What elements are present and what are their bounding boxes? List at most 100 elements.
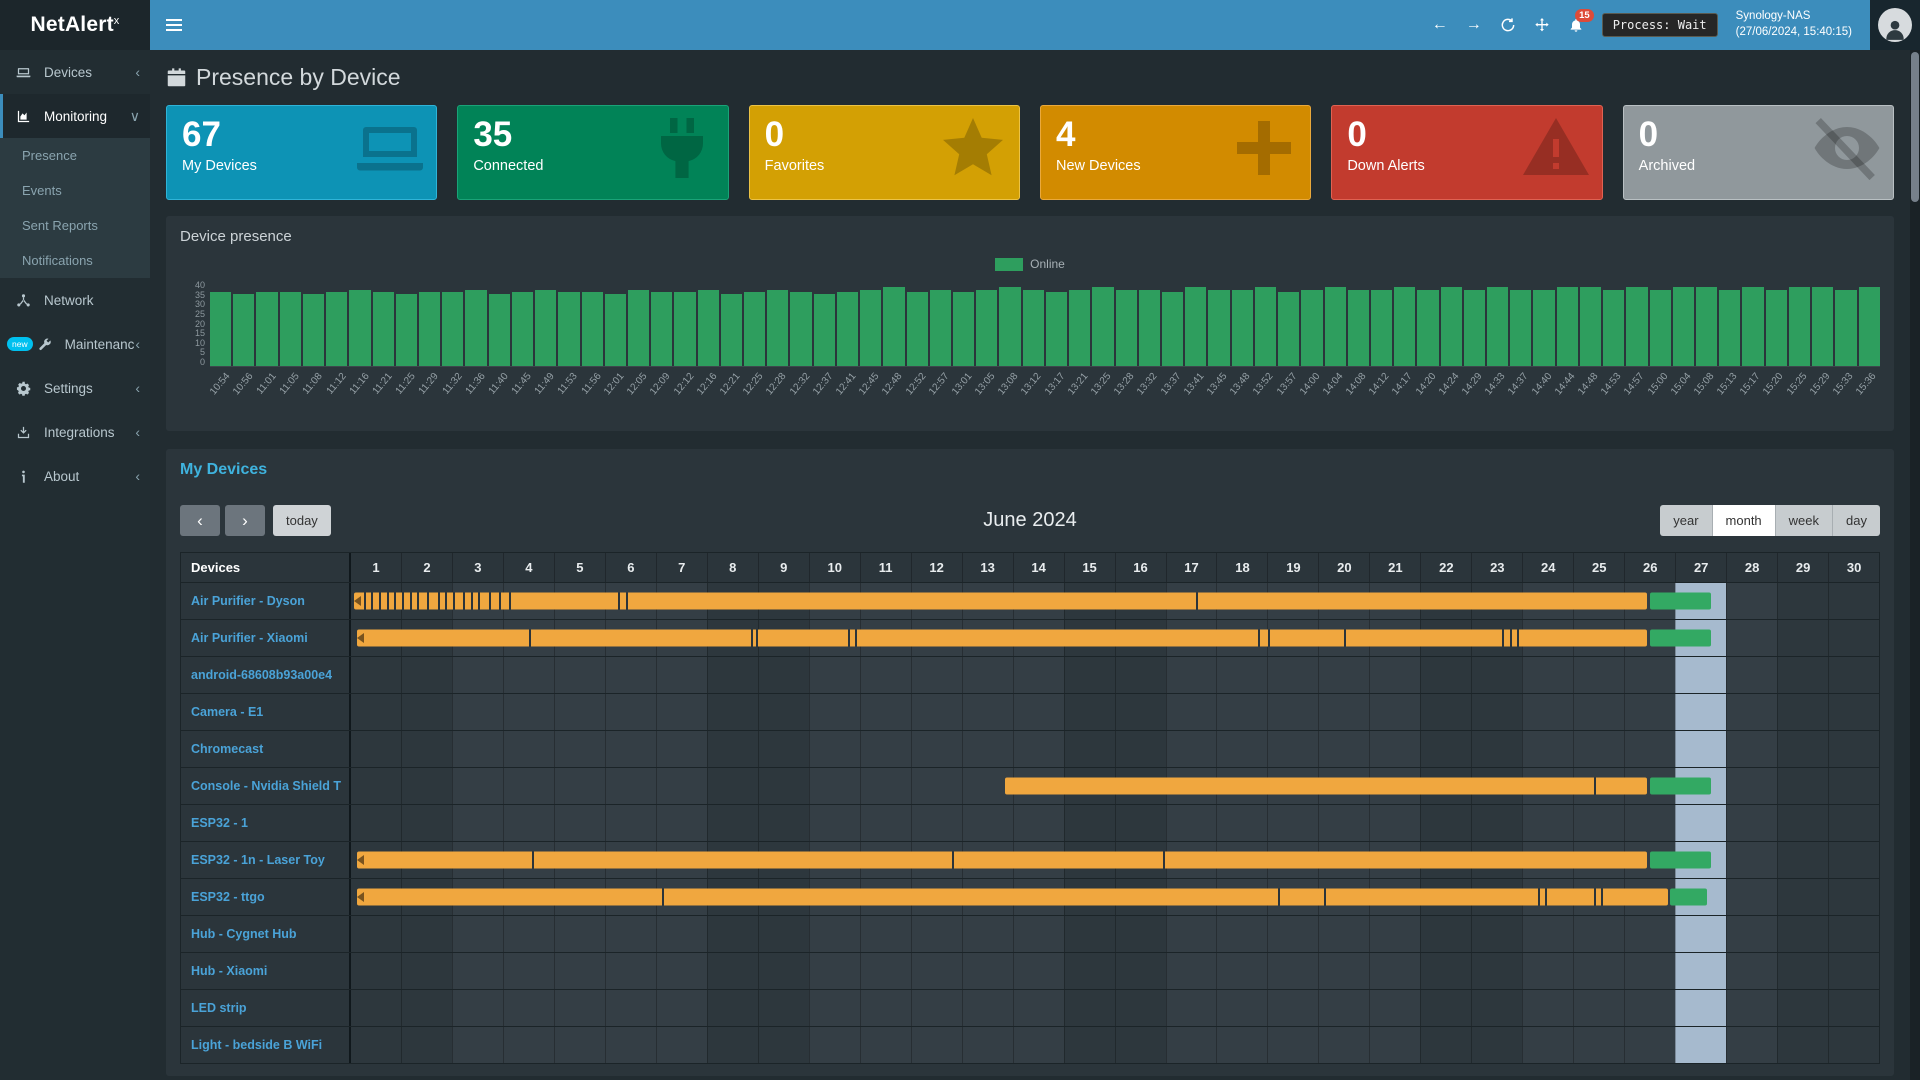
sidebar-item-network[interactable]: Network [0,278,150,322]
day-cell [1726,620,1777,656]
sidebar-subitem-presence[interactable]: Presence [0,138,150,173]
device-name-link[interactable]: Hub - Xiaomi [181,953,351,989]
x-tick-label: 13:21 [1068,367,1091,419]
sidebar-item-devices[interactable]: Devices‹ [0,50,150,94]
bar-gap-tick [1268,630,1270,647]
device-name-link[interactable]: LED strip [181,990,351,1026]
today-button[interactable]: today [273,505,331,536]
day-cell [1267,1027,1318,1063]
device-name-link[interactable]: android-68608b93a00e4 [181,657,351,693]
stat-card-favorites[interactable]: 0Favorites [749,105,1020,200]
stat-card-archived[interactable]: 0Archived [1623,105,1894,200]
info-icon [16,469,37,484]
presence-bar[interactable] [1650,778,1711,795]
x-tick-label: 13:45 [1207,367,1230,419]
day-cell [1675,1027,1726,1063]
bar-gap-tick [499,593,501,610]
day-cell [1726,731,1777,767]
chart-bar [1626,287,1647,366]
day-cell [1216,953,1267,989]
day-cell [962,953,1013,989]
bar-gap-tick [626,593,628,610]
presence-bar[interactable] [1650,852,1711,869]
chart-bar [280,292,301,366]
presence-bar[interactable] [357,630,1647,647]
device-name-link[interactable]: Air Purifier - Dyson [181,583,351,619]
x-tick-label: 15:36 [1856,367,1879,419]
device-name-link[interactable]: Chromecast [181,731,351,767]
next-month-button[interactable]: › [225,505,265,536]
day-cell [1420,990,1471,1026]
gear-icon [16,381,37,396]
presence-bar[interactable] [1005,778,1647,795]
chart-bar [744,292,765,366]
prev-month-button[interactable]: ‹ [180,505,220,536]
day-cell [1166,694,1217,730]
move-icon[interactable] [1534,17,1550,33]
device-name-link[interactable]: Air Purifier - Xiaomi [181,620,351,656]
x-tick-label: 12:16 [697,367,720,419]
device-name-link[interactable]: Light - bedside B WiFi [181,1027,351,1063]
day-cell [656,1027,707,1063]
day-cell [1726,1027,1777,1063]
view-button-year[interactable]: year [1660,505,1712,536]
chart-bar [256,292,277,366]
presence-bar[interactable] [357,852,1647,869]
view-button-month[interactable]: month [1713,505,1776,536]
x-tick-label: 13:17 [1045,367,1068,419]
calendar-toolbar: ‹ › today June 2024 yearmonthweekday [180,505,1880,536]
stat-card-down-alerts[interactable]: 0Down Alerts [1331,105,1602,200]
y-tick-label: 0 [200,358,205,367]
sidebar-item-integrations[interactable]: Integrations‹ [0,410,150,454]
chart-bar [1278,292,1299,366]
day-cell [1573,731,1624,767]
presence-bar[interactable] [1650,630,1711,647]
day-cell [1777,583,1828,619]
stat-card-my-devices[interactable]: 67My Devices [166,105,437,200]
sidebar-item-maintenance[interactable]: newMaintenance‹ [0,322,150,366]
device-name-link[interactable]: ESP32 - ttgo [181,879,351,915]
page-scrollbar[interactable] [1910,50,1920,1080]
day-cell [1828,879,1879,915]
x-tick-label: 11:05 [280,367,303,419]
device-name-link[interactable]: ESP32 - 1 [181,805,351,841]
day-cell [1369,657,1420,693]
device-name-link[interactable]: ESP32 - 1n - Laser Toy [181,842,351,878]
bar-gap-tick [1538,889,1540,906]
view-button-week[interactable]: week [1776,505,1833,536]
menu-toggle-icon[interactable] [150,0,198,50]
notifications-bell-icon[interactable]: 15 [1568,17,1584,33]
x-tick-label: 14:48 [1578,367,1601,419]
new-badge: new [7,337,33,351]
sidebar-item-settings[interactable]: Settings‹ [0,366,150,410]
presence-bar[interactable] [354,593,1648,610]
refresh-icon[interactable] [1500,17,1516,33]
sidebar-subitem-events[interactable]: Events [0,173,150,208]
stat-card-new-devices[interactable]: 4New Devices [1040,105,1311,200]
sidebar-subitem-sent-reports[interactable]: Sent Reports [0,208,150,243]
sidebar-item-about[interactable]: About‹ [0,454,150,498]
device-name-link[interactable]: Console - Nvidia Shield T [181,768,351,804]
day-header: 7 [656,553,707,582]
bar-gap-tick [402,593,404,610]
forward-arrow-icon[interactable]: → [1466,16,1482,34]
day-cell [1624,805,1675,841]
back-arrow-icon[interactable]: ← [1432,16,1448,34]
user-avatar[interactable] [1870,0,1920,50]
sidebar-item-monitoring[interactable]: Monitoring∨ [0,94,150,138]
device-name-link[interactable]: Hub - Cygnet Hub [181,916,351,952]
x-tick-label: 12:48 [882,367,905,419]
presence-bar[interactable] [357,889,1668,906]
chart-bar [1301,290,1322,367]
view-button-day[interactable]: day [1833,505,1880,536]
device-name-link[interactable]: Camera - E1 [181,694,351,730]
chart-bar [883,287,904,366]
day-cell [1267,916,1318,952]
day-cell [962,1027,1013,1063]
stat-card-connected[interactable]: 35Connected [457,105,728,200]
scrollbar-thumb[interactable] [1911,52,1919,202]
presence-bar[interactable] [1650,593,1711,610]
sidebar-subitem-notifications[interactable]: Notifications [0,243,150,278]
presence-bar[interactable] [1670,889,1707,906]
day-header: 22 [1420,553,1471,582]
